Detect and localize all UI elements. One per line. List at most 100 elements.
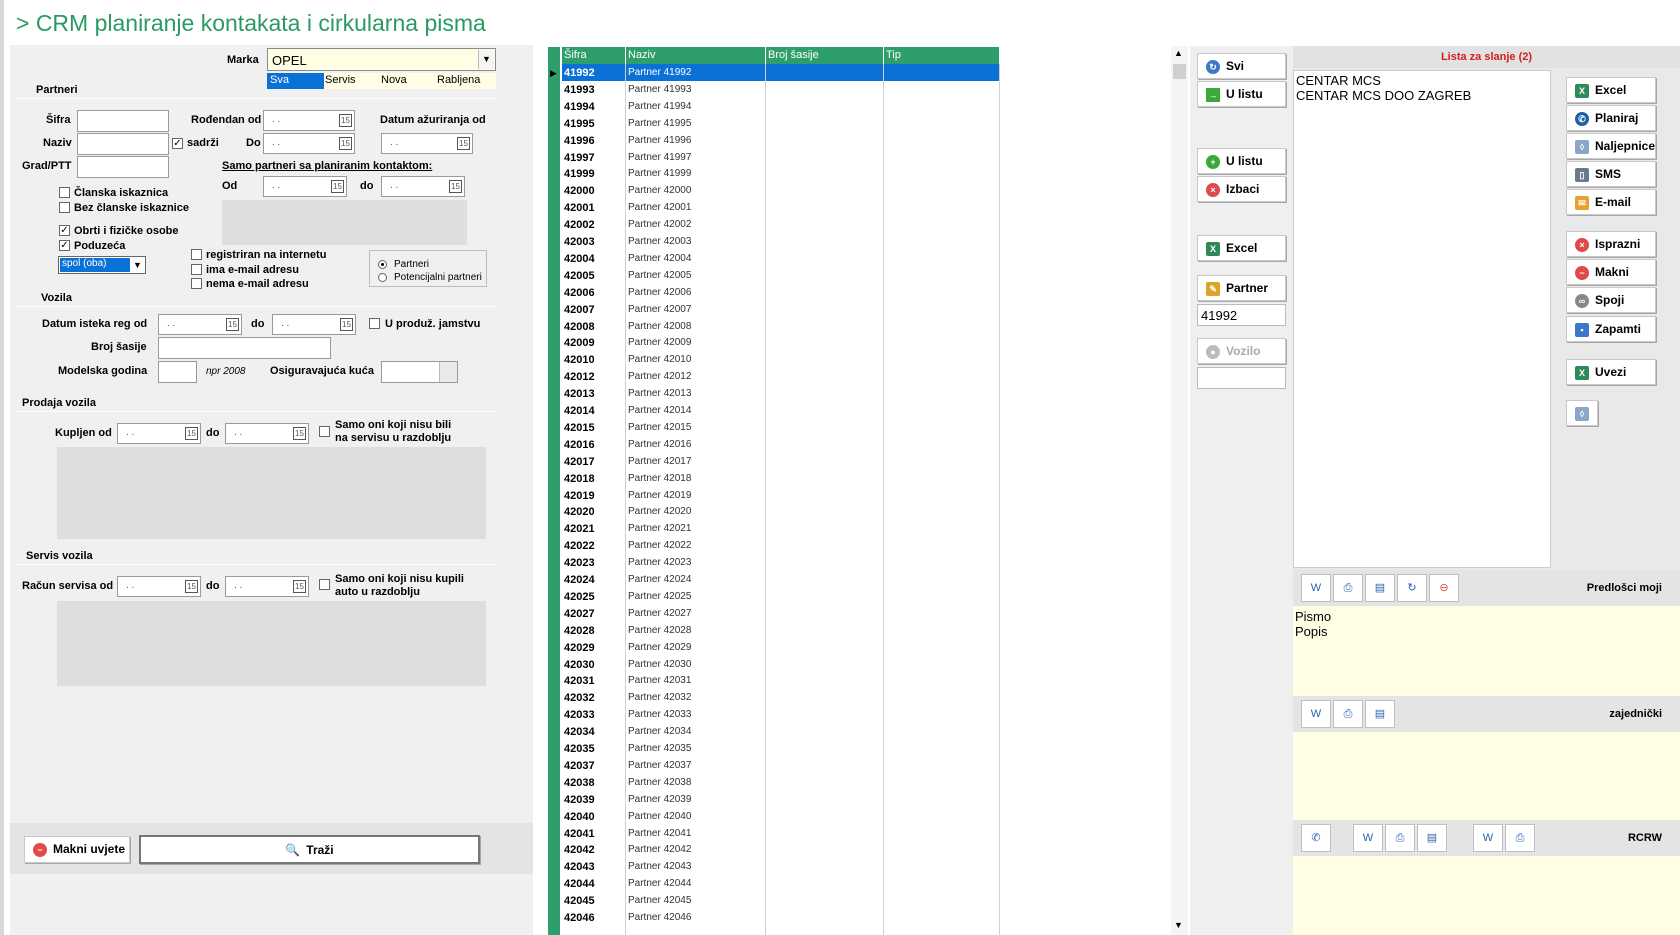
table-row[interactable]: 42022 Partner 42022 xyxy=(562,537,1000,554)
calendar-icon[interactable]: 15 xyxy=(339,137,352,150)
table-row[interactable]: 42044 Partner 42044 xyxy=(562,875,1000,892)
print-icon[interactable]: ⎙ xyxy=(1505,824,1535,852)
poduzeca-checkbox[interactable]: ✓ xyxy=(59,240,70,251)
print-icon[interactable]: ⎙ xyxy=(1333,700,1363,728)
table-row[interactable]: 42045 Partner 42045 xyxy=(562,892,1000,909)
table-row[interactable]: 42006 Partner 42006 xyxy=(562,284,1000,301)
table-row[interactable]: 42001 Partner 42001 xyxy=(562,199,1000,216)
table-row[interactable]: 42028 Partner 42028 xyxy=(562,622,1000,639)
table-row[interactable]: 42039 Partner 42039 xyxy=(562,791,1000,808)
table-row[interactable]: 42030 Partner 42030 xyxy=(562,656,1000,673)
table-row[interactable]: 41999 Partner 41999 xyxy=(562,165,1000,182)
uvezi-button[interactable]: X Uvezi xyxy=(1566,359,1656,385)
registriran-checkbox[interactable] xyxy=(191,249,202,260)
bez-clanske-checkbox[interactable] xyxy=(59,202,70,213)
remove-icon[interactable]: ⊖ xyxy=(1429,574,1459,602)
print-icon[interactable]: ⎙ xyxy=(1385,824,1415,852)
tab-servis[interactable]: Servis xyxy=(325,74,356,86)
table-row[interactable]: 42016 Partner 42016 xyxy=(562,436,1000,453)
vozilo-button[interactable]: ● Vozilo xyxy=(1197,338,1286,364)
document-icon[interactable]: ▤ xyxy=(1365,574,1395,602)
table-row[interactable]: 42003 Partner 42003 xyxy=(562,233,1000,250)
scroll-up-icon[interactable]: ▲ xyxy=(1174,48,1183,58)
isprazni-button[interactable]: × Isprazni xyxy=(1566,231,1656,257)
table-row[interactable]: 42043 Partner 42043 xyxy=(562,858,1000,875)
datum-isteka-do-date[interactable]: . . 15 xyxy=(272,314,356,335)
table-row[interactable]: 42040 Partner 42040 xyxy=(562,808,1000,825)
table-row[interactable]: 42007 Partner 42007 xyxy=(562,301,1000,318)
modelska-godina-input[interactable] xyxy=(158,361,197,383)
servis-samo-checkbox[interactable] xyxy=(319,579,330,590)
produz-checkbox[interactable] xyxy=(369,318,380,329)
table-row[interactable]: 41992 Partner 41992 xyxy=(562,64,1000,81)
kupljen-od-date[interactable]: . . 15 xyxy=(117,423,201,444)
table-row[interactable]: 41997 Partner 41997 xyxy=(562,149,1000,166)
table-row[interactable]: 42005 Partner 42005 xyxy=(562,267,1000,284)
calendar-icon[interactable]: 15 xyxy=(293,427,306,440)
refresh-icon[interactable]: ↻ xyxy=(1397,574,1427,602)
svi-button[interactable]: ↻ Svi xyxy=(1197,53,1286,79)
email-button[interactable]: ✉ E-mail xyxy=(1566,189,1656,215)
word-icon[interactable]: W xyxy=(1301,574,1331,602)
table-row[interactable]: 42012 Partner 42012 xyxy=(562,368,1000,385)
racun-od-date[interactable]: . . 15 xyxy=(117,576,201,597)
vozilo-field[interactable] xyxy=(1197,367,1286,389)
spoji-button[interactable]: ∞ Spoji xyxy=(1566,287,1656,313)
send-excel-button[interactable]: X Excel xyxy=(1566,77,1656,103)
chevron-down-icon[interactable]: ▼ xyxy=(478,50,494,69)
table-row[interactable]: 42019 Partner 42019 xyxy=(562,487,1000,504)
table-row[interactable]: 42002 Partner 42002 xyxy=(562,216,1000,233)
col-naziv[interactable]: Naziv xyxy=(626,47,766,64)
table-row[interactable]: 42015 Partner 42015 xyxy=(562,419,1000,436)
table-row[interactable]: 42025 Partner 42025 xyxy=(562,588,1000,605)
document-icon[interactable]: ▤ xyxy=(1417,824,1447,852)
table-row[interactable]: 42042 Partner 42042 xyxy=(562,841,1000,858)
table-row[interactable]: 42041 Partner 42041 xyxy=(562,825,1000,842)
calendar-icon[interactable]: 15 xyxy=(457,137,470,150)
table-row[interactable]: 42024 Partner 42024 xyxy=(562,571,1000,588)
table-row[interactable]: 42037 Partner 42037 xyxy=(562,757,1000,774)
list-item[interactable]: Pismo xyxy=(1295,609,1680,624)
table-row[interactable]: 42033 Partner 42033 xyxy=(562,706,1000,723)
table-row[interactable]: 42031 Partner 42031 xyxy=(562,672,1000,689)
table-row[interactable]: 41994 Partner 41994 xyxy=(562,98,1000,115)
datum-isteka-od-date[interactable]: . . 15 xyxy=(158,314,242,335)
zapamti-button[interactable]: ▪ Zapamti xyxy=(1566,316,1656,342)
radio-partneri[interactable] xyxy=(378,260,387,269)
datum-azuriranja-date[interactable]: . . 15 xyxy=(381,133,473,154)
calendar-icon[interactable]: 15 xyxy=(449,180,462,193)
calendar-icon[interactable]: 15 xyxy=(185,580,198,593)
table-row[interactable]: 42013 Partner 42013 xyxy=(562,385,1000,402)
sifra-input[interactable] xyxy=(77,110,169,132)
list-item[interactable]: CENTAR MCS DOO ZAGREB xyxy=(1296,88,1550,103)
tag-button[interactable]: ◊ xyxy=(1566,400,1598,426)
trazi-button[interactable]: 🔍 Traži xyxy=(139,835,480,864)
grad-input[interactable] xyxy=(77,156,169,178)
scroll-down-icon[interactable]: ▼ xyxy=(1174,920,1183,930)
partner-button[interactable]: ✎ Partner xyxy=(1197,275,1286,301)
table-row[interactable]: 42038 Partner 42038 xyxy=(562,774,1000,791)
calendar-icon[interactable]: 15 xyxy=(339,114,352,127)
makni-uvjete-button[interactable]: − Makni uvjete xyxy=(24,836,130,863)
calendar-icon[interactable]: 15 xyxy=(340,318,353,331)
print-icon[interactable]: ⎙ xyxy=(1333,574,1363,602)
table-row[interactable]: 42014 Partner 42014 xyxy=(562,402,1000,419)
table-row[interactable]: 42046 Partner 42046 xyxy=(562,909,1000,926)
radio-potencijalni[interactable] xyxy=(378,273,387,282)
naziv-input[interactable] xyxy=(77,133,169,155)
document-icon[interactable]: ▤ xyxy=(1365,700,1395,728)
u-listu-button[interactable]: → U listu xyxy=(1197,81,1286,107)
table-row[interactable]: 42009 Partner 42009 xyxy=(562,334,1000,351)
marka-select[interactable]: OPEL ▼ xyxy=(267,48,496,71)
naljepnice-button[interactable]: ◊ Naljepnice xyxy=(1566,133,1656,159)
rodjendan-do-date[interactable]: . . 15 xyxy=(263,133,355,154)
clanska-checkbox[interactable] xyxy=(59,187,70,198)
planirani-do-date[interactable]: . . 15 xyxy=(381,176,465,197)
table-row[interactable]: 42029 Partner 42029 xyxy=(562,639,1000,656)
calendar-icon[interactable]: 15 xyxy=(226,318,239,331)
table-row[interactable]: 42027 Partner 42027 xyxy=(562,605,1000,622)
col-broj-sasije[interactable]: Broj šasije xyxy=(766,47,884,64)
table-row[interactable]: 41995 Partner 41995 xyxy=(562,115,1000,132)
scroll-thumb[interactable] xyxy=(1173,64,1186,79)
table-row[interactable]: 42032 Partner 42032 xyxy=(562,689,1000,706)
